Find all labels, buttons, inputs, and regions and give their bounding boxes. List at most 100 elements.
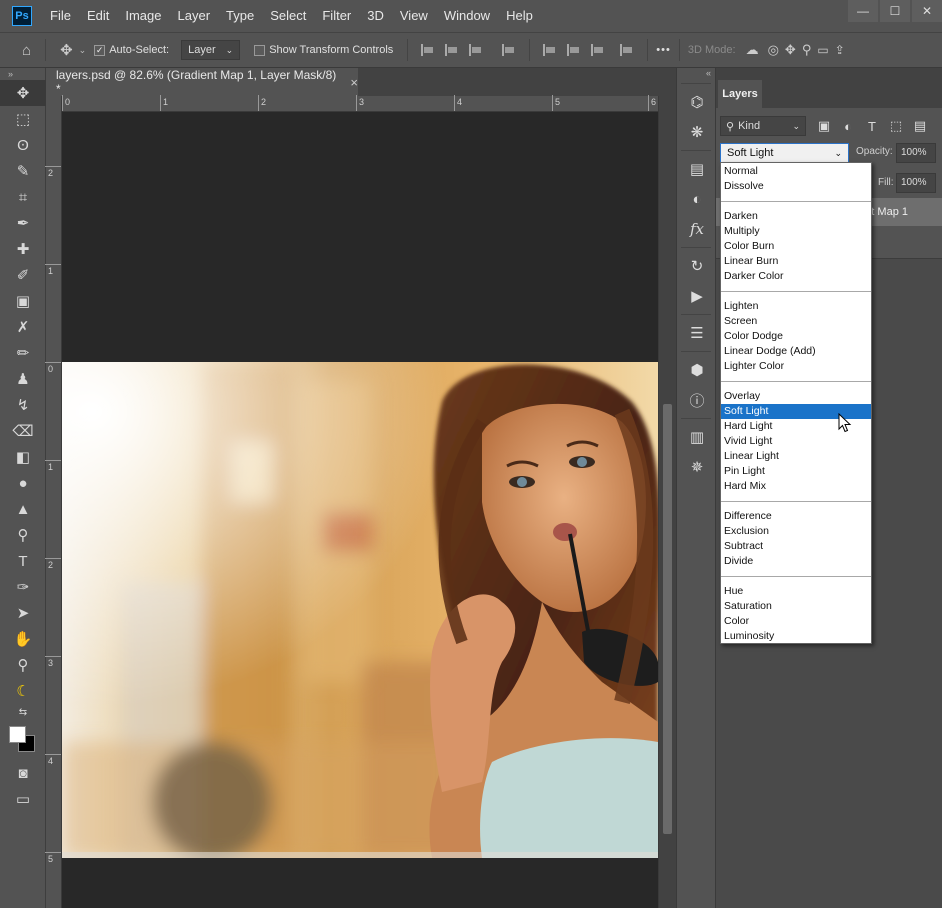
marquee-tool-icon[interactable]: ⬚ bbox=[0, 106, 46, 132]
blend-mode-dropdown[interactable]: Soft Light ⌄ bbox=[720, 143, 849, 163]
content-aware-move-tool-icon[interactable]: ✗ bbox=[0, 314, 46, 340]
history-brush-tool-icon[interactable]: ↯ bbox=[0, 392, 46, 418]
zoom-tool-icon[interactable]: ⚲ bbox=[0, 652, 46, 678]
tab-layers[interactable]: Layers bbox=[718, 80, 762, 108]
path-select-tool-icon[interactable]: ➤ bbox=[0, 600, 46, 626]
actions-play-icon[interactable]: ▶ bbox=[677, 281, 717, 311]
align-middle-icon[interactable] bbox=[567, 44, 581, 56]
blend-mode-option[interactable]: Linear Dodge (Add) bbox=[721, 344, 871, 359]
menu-image[interactable]: Image bbox=[117, 0, 169, 32]
show-transform-checkbox[interactable] bbox=[254, 44, 266, 56]
blend-mode-option[interactable]: Lighten bbox=[721, 299, 871, 314]
eyedropper-tool-icon[interactable]: ✒ bbox=[0, 210, 46, 236]
blend-mode-option[interactable]: Normal bbox=[721, 164, 871, 179]
blend-mode-option[interactable]: Luminosity bbox=[721, 629, 871, 644]
share-icon[interactable]: ⇪ bbox=[835, 43, 845, 57]
blend-mode-option[interactable]: Hard Mix bbox=[721, 479, 871, 494]
kind-filter-dropdown[interactable]: ⚲ Kind ⌄ bbox=[720, 116, 806, 136]
distribute-vertical-icon[interactable] bbox=[620, 44, 634, 56]
ruler-top[interactable]: 0 1 2 3 4 5 6 bbox=[62, 95, 658, 112]
collapse-arrows-icon[interactable]: « bbox=[677, 68, 715, 80]
type-tool-icon[interactable]: T bbox=[0, 548, 46, 574]
healing-brush-tool-icon[interactable]: ✚ bbox=[0, 236, 46, 262]
chevron-down-icon[interactable]: ⌄ bbox=[79, 45, 87, 56]
distribute-icon[interactable] bbox=[502, 44, 516, 56]
scrollbar-thumb[interactable] bbox=[663, 404, 672, 834]
move-tool-icon[interactable]: ✥ bbox=[0, 80, 46, 106]
3d-pan-icon[interactable]: ✥ bbox=[785, 42, 796, 58]
blend-mode-option[interactable]: Lighter Color bbox=[721, 359, 871, 374]
blend-mode-option[interactable]: Linear Light bbox=[721, 449, 871, 464]
blend-mode-option[interactable]: Subtract bbox=[721, 539, 871, 554]
auto-select-checkbox[interactable]: ✓ bbox=[94, 44, 106, 56]
quick-mask-icon[interactable]: ◙ bbox=[0, 760, 46, 786]
blend-mode-option[interactable]: Color bbox=[721, 614, 871, 629]
blend-mode-option[interactable]: Color Dodge bbox=[721, 329, 871, 344]
adjustments-icon[interactable]: ◐ bbox=[677, 184, 717, 214]
document-tab[interactable]: layers.psd @ 82.6% (Gradient Map 1, Laye… bbox=[46, 68, 358, 96]
quick-select-tool-icon[interactable]: ✎ bbox=[0, 158, 46, 184]
pixel-layer-filter-icon[interactable]: ▣ bbox=[812, 118, 836, 134]
vertical-scrollbar[interactable] bbox=[658, 96, 676, 908]
brush-tool-icon[interactable]: ✐ bbox=[0, 262, 46, 288]
blend-mode-option[interactable]: Pin Light bbox=[721, 464, 871, 479]
eraser-tool-icon[interactable]: ⌫ bbox=[0, 418, 46, 444]
close-icon[interactable]: × bbox=[350, 75, 358, 90]
menu-view[interactable]: View bbox=[392, 0, 436, 32]
align-right-icon[interactable] bbox=[469, 44, 483, 56]
blend-mode-option[interactable]: Overlay bbox=[721, 389, 871, 404]
shape-layer-filter-icon[interactable]: ⬚ bbox=[884, 118, 908, 134]
3d-orbit-icon[interactable]: ☁ bbox=[746, 42, 759, 58]
gradient-tool-icon[interactable]: ◧ bbox=[0, 444, 46, 470]
menu-help[interactable]: Help bbox=[498, 0, 541, 32]
auto-select-target-dropdown[interactable]: Layer ⌄ bbox=[181, 40, 241, 60]
histogram-icon[interactable]: ▥ bbox=[677, 422, 717, 452]
screen-mode-icon[interactable]: ▭ bbox=[0, 786, 46, 812]
blend-mode-option[interactable]: Difference bbox=[721, 509, 871, 524]
banana-tool-icon[interactable]: ☾ bbox=[0, 678, 46, 704]
menu-select[interactable]: Select bbox=[262, 0, 314, 32]
blend-mode-option[interactable]: Dissolve bbox=[721, 179, 871, 194]
menu-3d[interactable]: 3D bbox=[359, 0, 392, 32]
pen-tool-icon[interactable]: ✑ bbox=[0, 574, 46, 600]
menu-edit[interactable]: Edit bbox=[79, 0, 117, 32]
blend-mode-option[interactable]: Saturation bbox=[721, 599, 871, 614]
blend-mode-option[interactable]: Vivid Light bbox=[721, 434, 871, 449]
home-icon[interactable]: ⌂ bbox=[22, 42, 31, 59]
blend-mode-option[interactable]: Darken bbox=[721, 209, 871, 224]
blend-mode-option[interactable]: Linear Burn bbox=[721, 254, 871, 269]
lasso-tool-icon[interactable]: ʘ bbox=[0, 132, 46, 158]
blur-tool-icon[interactable]: ● bbox=[0, 470, 46, 496]
canvas-photo[interactable] bbox=[62, 362, 658, 858]
blend-mode-option[interactable]: Exclusion bbox=[721, 524, 871, 539]
libraries-icon[interactable]: ▤ bbox=[677, 154, 717, 184]
info-icon[interactable]: ⓘ bbox=[677, 385, 717, 415]
more-options-button[interactable]: ••• bbox=[656, 44, 671, 56]
menu-file[interactable]: File bbox=[42, 0, 79, 32]
fill-input[interactable]: 100% bbox=[896, 173, 936, 193]
paths-icon[interactable]: ⌬ bbox=[677, 87, 717, 117]
sharpen-tool-icon[interactable]: ▲ bbox=[0, 496, 46, 522]
3d-roll-icon[interactable]: ◎ bbox=[768, 42, 779, 58]
clone-stamp-tool-icon[interactable]: ♟ bbox=[0, 366, 46, 392]
workspace-icon[interactable]: ▭ bbox=[817, 43, 828, 57]
dodge-tool-icon[interactable]: ⚲ bbox=[0, 522, 46, 548]
menu-type[interactable]: Type bbox=[218, 0, 262, 32]
blend-mode-option[interactable]: Multiply bbox=[721, 224, 871, 239]
menu-window[interactable]: Window bbox=[436, 0, 498, 32]
blend-mode-option[interactable]: Darker Color bbox=[721, 269, 871, 284]
blend-mode-option[interactable]: Color Burn bbox=[721, 239, 871, 254]
history-icon[interactable]: ↻ bbox=[677, 251, 717, 281]
align-top-icon[interactable] bbox=[543, 44, 557, 56]
collapse-arrows-icon[interactable]: » bbox=[0, 68, 45, 80]
frame-tool-icon[interactable]: ▣ bbox=[0, 288, 46, 314]
tool-presets-icon[interactable]: ☰ bbox=[677, 318, 717, 348]
align-left-icon[interactable] bbox=[421, 44, 435, 56]
type-layer-filter-icon[interactable]: T bbox=[860, 119, 884, 134]
menu-filter[interactable]: Filter bbox=[314, 0, 359, 32]
adjustment-layer-filter-icon[interactable]: ◐ bbox=[836, 119, 860, 134]
maximize-button[interactable]: ☐ bbox=[880, 0, 910, 22]
blend-mode-option[interactable]: Screen bbox=[721, 314, 871, 329]
swap-colors-icon[interactable]: ⇆ bbox=[0, 704, 46, 720]
pencil-tool-icon[interactable]: ✏ bbox=[0, 340, 46, 366]
